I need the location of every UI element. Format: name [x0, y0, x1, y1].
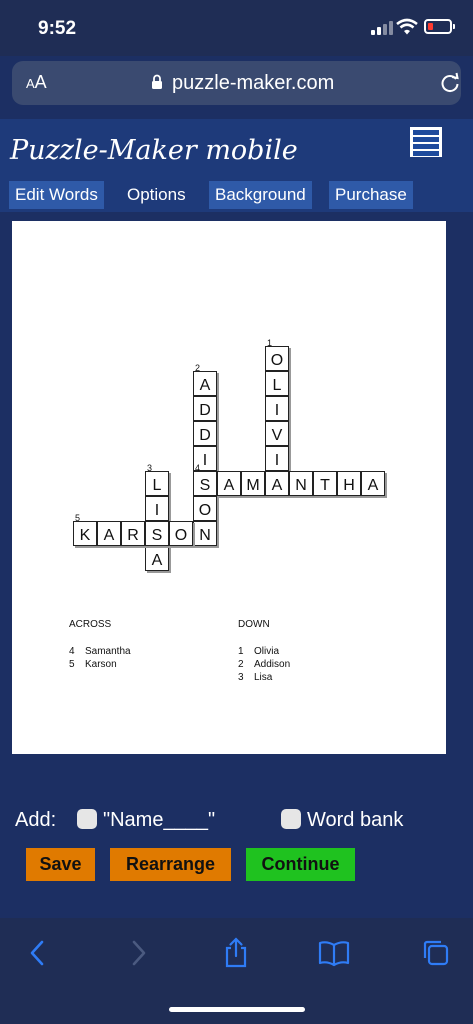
add-label: Add: — [15, 809, 57, 831]
crossword-cell: 5K — [73, 513, 97, 546]
word-bank-label[interactable]: Word bank — [307, 809, 403, 832]
battery-icon — [424, 19, 455, 34]
crossword-cell: V — [265, 421, 289, 446]
crossword-cell: D — [193, 396, 217, 421]
tab-options[interactable]: Options — [121, 181, 192, 209]
tab-purchase[interactable]: Purchase — [329, 181, 413, 209]
reload-icon[interactable] — [439, 72, 461, 94]
crossword-cell: A — [217, 471, 241, 496]
crossword-cell: 4S — [193, 463, 217, 496]
clue-across: 5 Karson — [69, 659, 117, 670]
crossword-cell: T — [313, 471, 337, 496]
hamburger-menu-icon[interactable] — [410, 127, 442, 157]
crossword-cell: N — [289, 471, 313, 496]
crossword-cell: D — [193, 421, 217, 446]
address-bar[interactable]: AAAA puzzle-maker.com — [12, 61, 461, 105]
status-bar: 9:52 — [0, 0, 473, 56]
crossword-cell: 2A — [193, 363, 217, 396]
save-button[interactable]: Save — [26, 848, 95, 881]
crossword-cell: M — [241, 471, 265, 496]
cellular-signal-icon — [371, 21, 393, 35]
clock: 9:52 — [38, 18, 77, 39]
crossword-puzzle: 1O L I V I 2A D D I 4S O N A M A N T H A… — [12, 221, 446, 754]
clue-across: 4 Samantha — [69, 646, 131, 657]
crossword-cell: R — [121, 521, 145, 546]
continue-button[interactable]: Continue — [246, 848, 355, 881]
tabs-icon[interactable] — [420, 937, 452, 969]
crossword-cell: A — [361, 471, 385, 496]
crossword-cell: S — [145, 521, 169, 546]
name-line-checkbox[interactable] — [77, 809, 97, 829]
clue-down: 1 Olivia — [238, 646, 280, 657]
text-size-button[interactable]: AAAA — [26, 72, 47, 93]
crossword-cell: I — [145, 496, 169, 521]
crossword-cell: L — [265, 371, 289, 396]
bookmarks-icon[interactable] — [318, 937, 350, 969]
forward-icon[interactable] — [122, 937, 154, 969]
wifi-icon — [396, 18, 418, 35]
word-bank-checkbox[interactable] — [281, 809, 301, 829]
site-title: Puzzle-Maker mobile — [10, 135, 298, 166]
crossword-cell: I — [265, 446, 289, 471]
crossword-cell: A — [145, 546, 169, 571]
crossword-cell: H — [337, 471, 361, 496]
crossword-cell: A — [97, 521, 121, 546]
crossword-cell: A — [265, 471, 289, 496]
home-indicator — [169, 1007, 305, 1012]
crossword-cell: N — [193, 521, 217, 546]
down-heading: DOWN — [238, 619, 270, 630]
lock-icon — [152, 74, 162, 89]
crossword-cell: 1O — [265, 338, 289, 371]
name-line-label[interactable]: "Name____" — [103, 809, 215, 832]
back-icon[interactable] — [22, 937, 54, 969]
rearrange-button[interactable]: Rearrange — [110, 848, 231, 881]
across-heading: ACROSS — [69, 619, 112, 630]
tab-edit-words[interactable]: Edit Words — [9, 181, 104, 209]
crossword-cell: O — [169, 521, 193, 546]
crossword-cell: O — [193, 496, 217, 521]
clue-down: 3 Lisa — [238, 672, 273, 683]
url-text[interactable]: puzzle-maker.com — [172, 72, 334, 95]
share-icon[interactable] — [220, 937, 252, 969]
crossword-cell: 3L — [145, 463, 169, 496]
crossword-cell: I — [265, 396, 289, 421]
tab-background[interactable]: Background — [209, 181, 312, 209]
clue-down: 2 Addison — [238, 659, 291, 670]
